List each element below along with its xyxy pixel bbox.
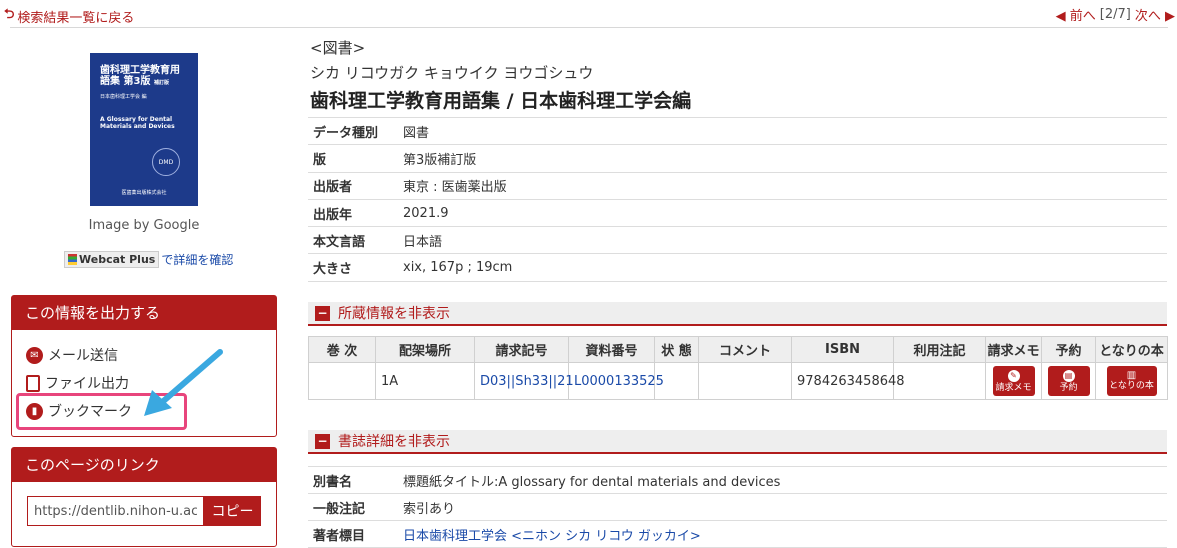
top-bar: [10, 0, 1168, 28]
field-label: 出版者: [308, 172, 398, 200]
record-info-table: データ種別 図書 版第3版補訂版 出版者 東京 : 医歯薬出版 出版年 2021.9 …: [308, 116, 1167, 282]
field-label: 本文言語: [308, 226, 398, 255]
info-row: データ種別 図書: [308, 116, 1167, 146]
file-export-link[interactable]: ファイル出力: [26, 373, 129, 393]
field-label: 著者標目: [308, 520, 398, 548]
email-send-link[interactable]: ✉ メール送信: [26, 345, 118, 365]
neighbor-cell: ▥ となりの本: [1095, 362, 1168, 400]
col-header: 状 態: [654, 336, 699, 363]
mail-icon: ✉: [26, 346, 43, 364]
output-panel-title: この情報を出力する: [12, 296, 276, 330]
request-memo-button[interactable]: ✎ 請求メモ: [992, 366, 1035, 396]
note-cell: [893, 362, 986, 400]
field-label: 大きさ: [308, 253, 398, 282]
pointer-arrow-icon: [144, 349, 223, 416]
bib-row: 著者標目 日本歯科理工学会 <ニホン シカ リコウ ガッカイ>: [308, 520, 1167, 548]
page-position: [2/7]: [1099, 7, 1131, 22]
document-icon: ▤: [1062, 369, 1075, 382]
info-row: 出版年 2021.9: [308, 199, 1167, 228]
neighbor-books-button[interactable]: ▥ となりの本: [1106, 366, 1157, 396]
book-cover-image: 歯科理工学教育用語集 第3版 補訂版 日本歯科理工学会 編 A Glossary…: [90, 53, 198, 206]
field-label: 版: [308, 144, 398, 173]
books-icon: ▥: [1126, 370, 1137, 381]
cover-editor: 日本歯科理工学会 編: [100, 94, 147, 100]
file-icon: [26, 374, 40, 392]
reserve-cell: ▤ 予約: [1041, 362, 1096, 400]
col-header: ISBN: [791, 336, 894, 363]
comment-cell: [698, 362, 792, 400]
webcat-detail-link[interactable]: で詳細を確認: [161, 251, 233, 268]
volume-cell: [308, 362, 376, 400]
holdings-header-row: 巻 次 配架場所 請求記号 資料番号 状 態 コメント ISBN 利用注記 請求…: [308, 336, 1168, 363]
record-title: 歯科理工学教育用語集 / 日本歯科理工学会編: [310, 90, 692, 112]
col-header: コメント: [698, 336, 792, 363]
field-label: 出版年: [308, 199, 398, 228]
collapse-icon: −: [315, 305, 330, 321]
field-value: 2021.9: [398, 199, 1167, 228]
col-header: 予約: [1041, 336, 1096, 363]
next-link[interactable]: 次へ ▶: [1135, 5, 1175, 24]
cover-publisher: 医歯薬出版株式会社: [121, 190, 167, 196]
info-row: 大きさ xix, 167p ; 19cm: [308, 253, 1167, 282]
col-header: 利用注記: [893, 336, 986, 363]
col-header: 請求メモ: [985, 336, 1042, 363]
webcat-badge[interactable]: Webcat Plus: [64, 251, 160, 268]
field-value: 第3版補訂版: [398, 144, 1167, 173]
material-type-label: <図書>: [310, 39, 366, 57]
title-kana: シカ リコウガク キョウイク ヨウゴシュウ: [310, 64, 594, 82]
webcat-logo-icon: [68, 254, 77, 265]
field-label: 別書名: [308, 466, 398, 494]
link-panel-title: このページのリンク: [12, 448, 276, 482]
holdings-table: 巻 次 配架場所 請求記号 資料番号 状 態 コメント ISBN 利用注記 請求…: [308, 336, 1168, 400]
table-row: 1A D03||Sh33||21 L0000133525 97842634586…: [308, 362, 1168, 400]
call-number-link[interactable]: D03||Sh33||21: [474, 362, 574, 400]
col-header: 請求記号: [474, 336, 569, 363]
pager: ◀ 前へ [2/7] 次へ ▶: [1056, 5, 1175, 24]
cover-title: 歯科理工学教育用語集 第3版 補訂版: [100, 65, 180, 87]
field-label: 一般注記: [308, 493, 398, 521]
bib-row: 別書名 標題紙タイトル:A glossary for dental materia…: [308, 466, 1167, 494]
material-id-link[interactable]: L0000133525: [568, 362, 664, 400]
location-cell: 1A: [375, 362, 475, 400]
bib-details-table: 別書名 標題紙タイトル:A glossary for dental materia…: [308, 466, 1167, 548]
author-heading-link[interactable]: 日本歯科理工学会 <ニホン シカ リコウ ガッカイ>: [398, 520, 1167, 548]
back-to-results-link[interactable]: ⮌ 検索結果一覧に戻る: [4, 5, 134, 27]
cover-logo-icon: DMD: [152, 148, 180, 176]
isbn-cell: 9784263458648: [791, 362, 905, 400]
col-header: となりの本: [1095, 336, 1168, 363]
info-row: 本文言語 日本語: [308, 226, 1167, 255]
field-value: 図書: [398, 116, 1167, 146]
pencil-icon: ✎: [1007, 369, 1020, 382]
left-arrow-icon: ◀: [1055, 9, 1066, 24]
copy-button[interactable]: コピー: [204, 496, 261, 526]
webcat-plus-link[interactable]: Webcat Plus で詳細を確認: [64, 251, 233, 268]
back-arrow-icon: ⮌: [4, 7, 15, 22]
image-credit: Image by Google: [88, 218, 200, 233]
prev-link[interactable]: ◀ 前へ: [1056, 5, 1096, 24]
page-link-panel: このページのリンク コピー: [11, 447, 277, 547]
field-value: 標題紙タイトル:A glossary for dental materials …: [398, 466, 1167, 494]
info-row: 版第3版補訂版: [308, 144, 1167, 173]
field-value: 索引あり: [398, 493, 1167, 521]
col-header: 資料番号: [568, 336, 655, 363]
reserve-button[interactable]: ▤ 予約: [1047, 366, 1090, 396]
info-row: 出版者 東京 : 医歯薬出版: [308, 172, 1167, 200]
field-value: 日本語: [398, 226, 1167, 255]
field-value: xix, 167p ; 19cm: [398, 253, 1167, 282]
cover-title-en: A Glossary for Dental Materials and Devi…: [100, 116, 175, 130]
holdings-toggle[interactable]: − 所蔵情報を非表示: [308, 302, 1167, 326]
collapse-icon: −: [315, 433, 330, 449]
page-url-input[interactable]: [27, 496, 204, 526]
memo-cell: ✎ 請求メモ: [985, 362, 1042, 400]
col-header: 配架場所: [375, 336, 475, 363]
field-label: データ種別: [308, 116, 398, 146]
bib-row: 一般注記 索引あり: [308, 493, 1167, 521]
right-arrow-icon: ▶: [1165, 9, 1175, 24]
field-value: 東京 : 医歯薬出版: [398, 172, 1167, 200]
bib-details-toggle[interactable]: − 書誌詳細を非表示: [308, 430, 1167, 454]
col-header: 巻 次: [308, 336, 376, 363]
